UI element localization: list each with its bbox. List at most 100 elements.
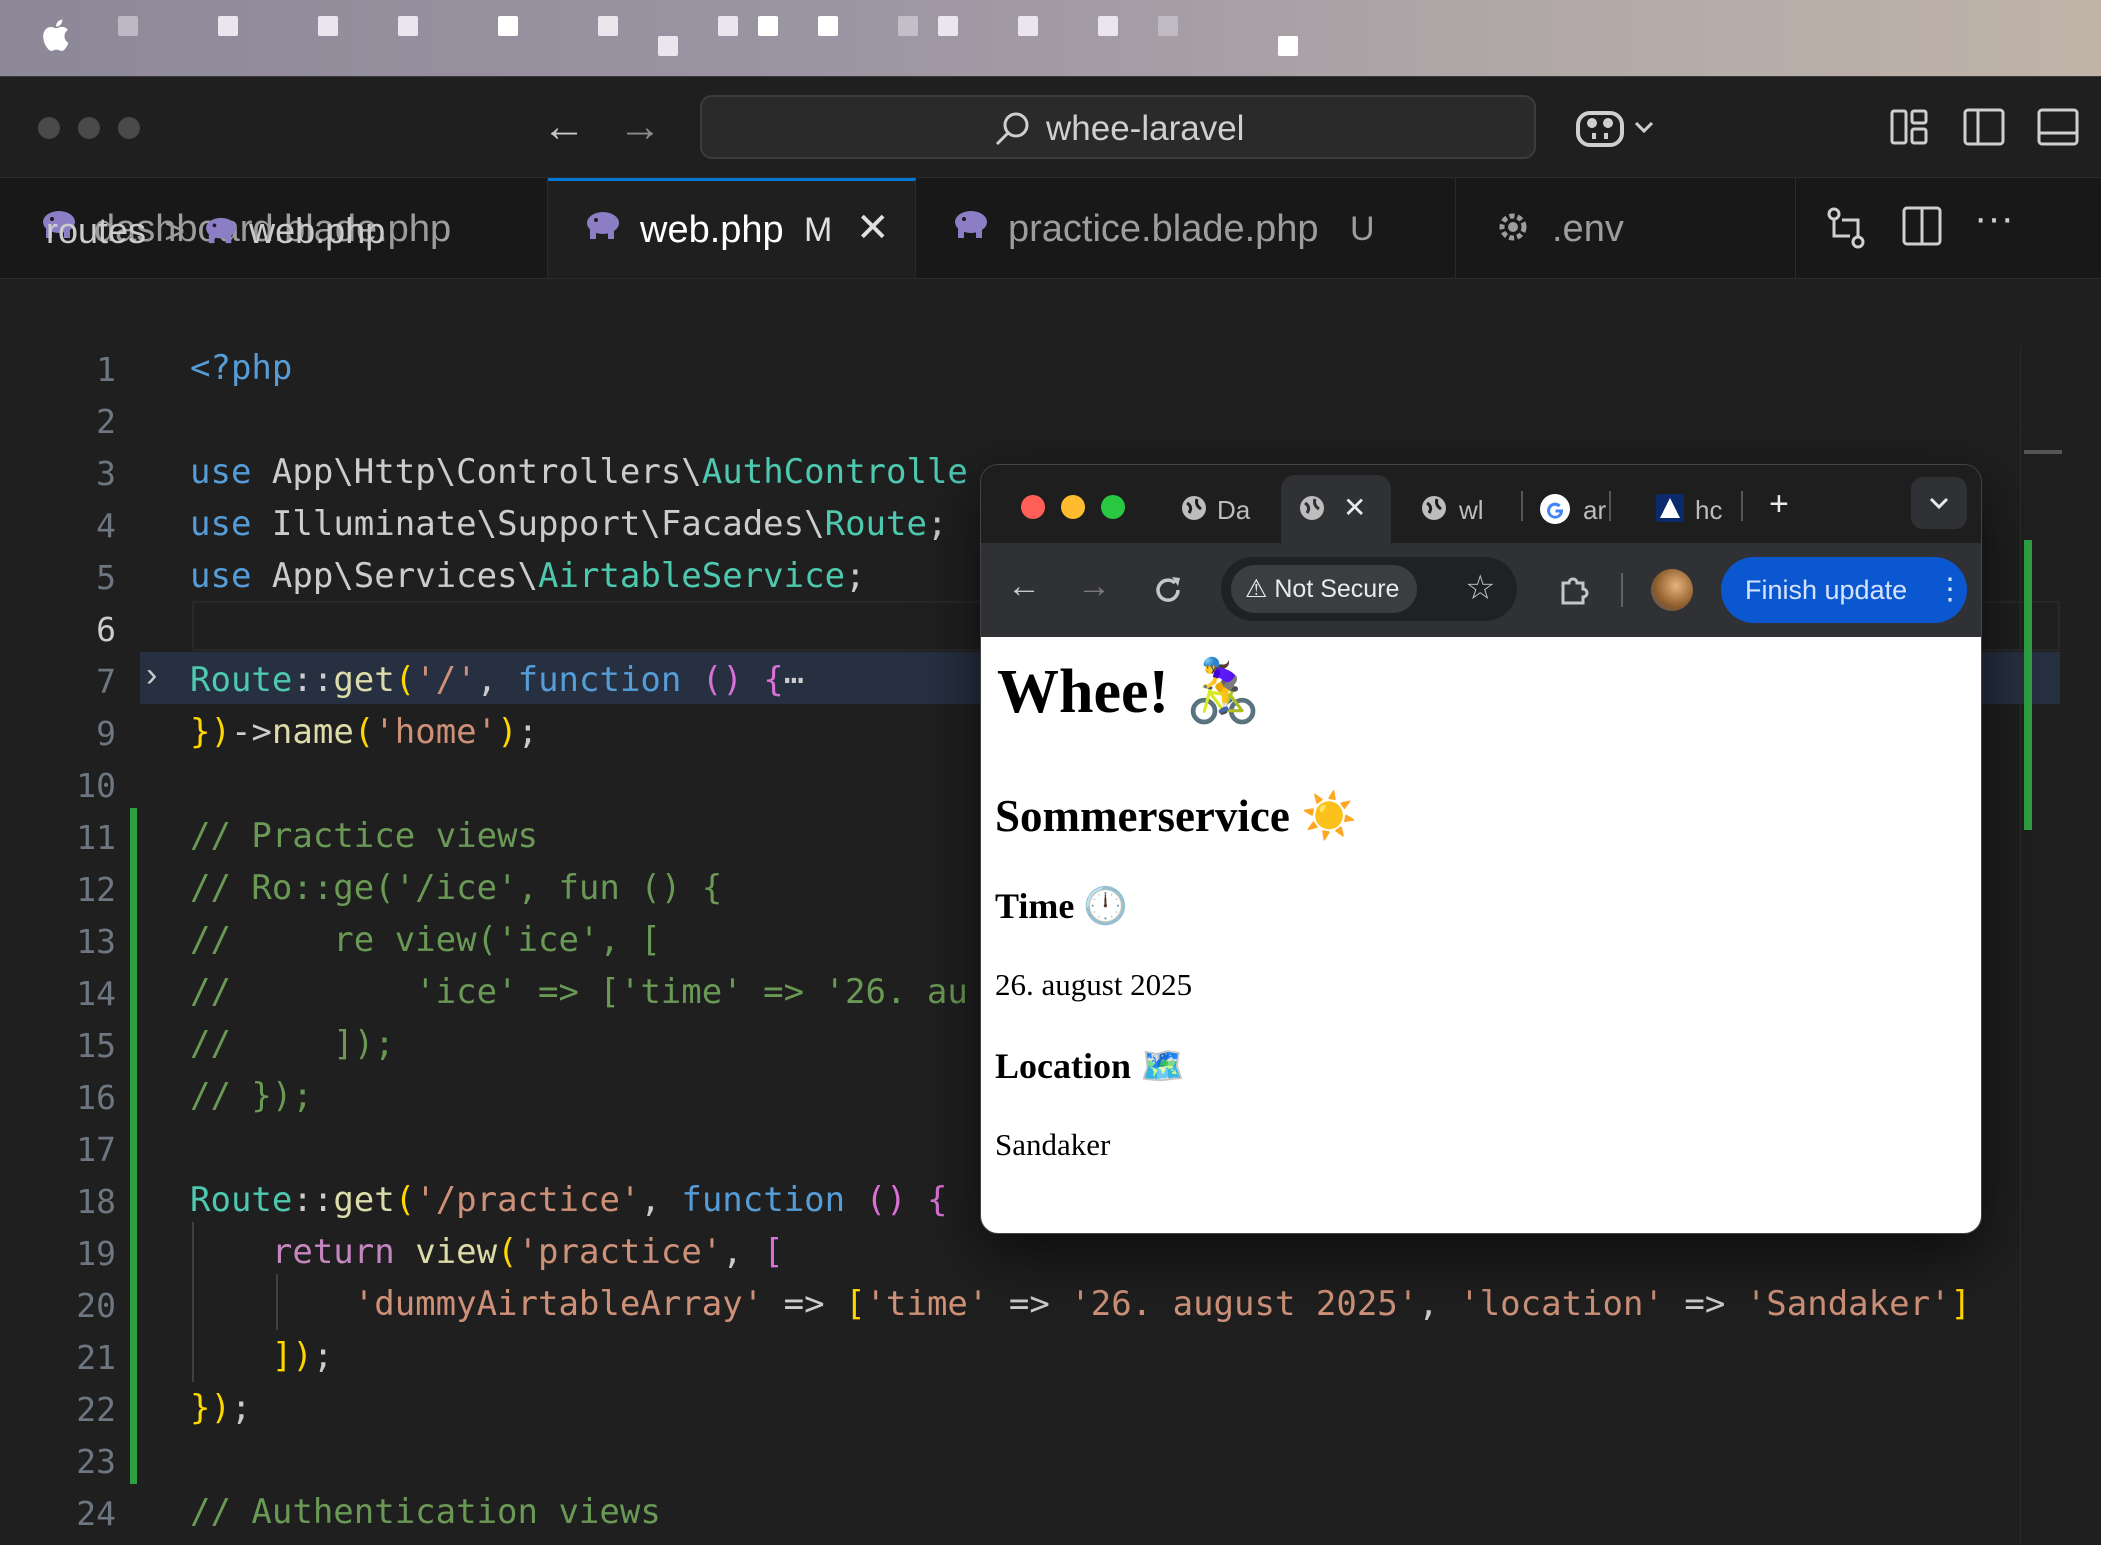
browser-tab-active[interactable]: ✕	[1281, 475, 1391, 543]
code-line[interactable]: <?php	[190, 348, 292, 388]
time-label: Time 🕛	[995, 886, 1129, 926]
browser-toolbar: ← → ⚠ Not Secure ☆ Finish update ⋮	[981, 543, 1981, 637]
profile-avatar[interactable]	[1651, 569, 1693, 611]
menu-item[interactable]	[318, 16, 338, 36]
close-tab-icon[interactable]: ✕	[1343, 491, 1366, 524]
line-number: 20	[76, 1286, 116, 1325]
menu-item[interactable]	[218, 16, 238, 36]
code-line[interactable]: Route::get('/practice', function () {	[190, 1180, 948, 1220]
line-number: 4	[96, 506, 116, 545]
close-tab-icon[interactable]: ✕	[856, 205, 890, 251]
open-changes-icon[interactable]	[1824, 204, 1868, 252]
editor-scrollbar[interactable]	[2020, 346, 2061, 1544]
back-arrow-icon[interactable]: ←	[542, 105, 586, 149]
reload-icon[interactable]	[1151, 573, 1185, 607]
command-center[interactable]: whee-laravel	[700, 95, 1536, 159]
code-line[interactable]: // 'ice' => ['time' => '26. au	[190, 972, 968, 1012]
menu-item[interactable]	[898, 16, 918, 36]
code-line[interactable]: ]);	[190, 1336, 333, 1376]
line-number: 1	[96, 350, 116, 389]
site-favicon-icon	[1656, 494, 1684, 522]
globe-icon	[1300, 496, 1324, 520]
tab-web-php[interactable]: web.php M ✕	[548, 178, 916, 278]
line-number: 23	[76, 1442, 116, 1481]
code-line[interactable]: // re view('ice', [	[190, 920, 661, 960]
line-number: 3	[96, 454, 116, 493]
line-number: 16	[76, 1078, 116, 1117]
menu-item[interactable]	[1158, 16, 1178, 36]
code-line[interactable]: use App\Http\Controllers\AuthControlle	[190, 452, 968, 492]
breadcrumb-folder[interactable]: routes	[46, 210, 146, 251]
forward-arrow-icon[interactable]: →	[618, 105, 662, 149]
code-line[interactable]: use Illuminate\Support\Facades\Route;	[190, 504, 947, 544]
line-number: 12	[76, 870, 116, 909]
section-heading: Sommerservice ☀️	[995, 791, 1358, 841]
menu-item[interactable]	[398, 16, 418, 36]
menu-item[interactable]	[118, 16, 138, 36]
tab-env[interactable]: .env	[1456, 178, 1796, 278]
code-line[interactable]: Route::get('/', function () {⋯	[190, 660, 804, 700]
menu-item[interactable]	[718, 16, 738, 36]
modified-badge: M	[804, 211, 833, 249]
security-chip[interactable]: ⚠ Not Secure	[1231, 565, 1418, 613]
code-line[interactable]: // Ro::ge('/ice', fun () {	[190, 868, 722, 908]
breadcrumb-file[interactable]: web.php	[249, 210, 385, 251]
minimize-window-button[interactable]	[78, 117, 100, 139]
zoom-window-button[interactable]	[1101, 495, 1125, 519]
finish-update-button[interactable]: Finish update ⋮	[1721, 557, 1967, 623]
toggle-panel-icon[interactable]	[2036, 105, 2080, 149]
php-elephant-icon	[206, 217, 237, 244]
code-line[interactable]: use App\Services\AirtableService;	[190, 556, 866, 596]
code-line[interactable]: 'dummyAirtableArray' => ['time' => '26. …	[190, 1284, 1971, 1324]
menu-item[interactable]	[938, 16, 958, 36]
code-line[interactable]: // });	[190, 1076, 313, 1116]
customize-layout-icon[interactable]	[1888, 105, 1932, 149]
line-number: 15	[76, 1026, 116, 1065]
line-number: 24	[76, 1494, 116, 1533]
git-scroll-marker	[2024, 540, 2032, 830]
menu-bar	[0, 0, 2101, 76]
browser-tab[interactable]: hc	[1647, 475, 1747, 543]
code-line[interactable]: // Practice views	[190, 816, 538, 856]
menu-item[interactable]	[498, 16, 518, 36]
bookmark-star-icon[interactable]: ☆	[1465, 571, 1495, 605]
menu-item[interactable]	[1278, 36, 1298, 56]
browser-tab[interactable]: Da	[1171, 475, 1261, 543]
tab-divider	[1609, 491, 1611, 521]
apple-icon[interactable]	[40, 18, 70, 52]
new-tab-button[interactable]: +	[1769, 487, 1789, 521]
browser-tab[interactable]: ar	[1531, 475, 1631, 543]
code-line[interactable]: })->name('home');	[190, 712, 538, 752]
breadcrumb-separator: >	[164, 210, 186, 251]
line-number: 2	[96, 402, 116, 441]
menu-item[interactable]	[1098, 16, 1118, 36]
line-number: 14	[76, 974, 116, 1013]
minimize-window-button[interactable]	[1061, 495, 1085, 519]
fold-chevron-icon[interactable]: ›	[146, 656, 157, 695]
browser-tab[interactable]: wl	[1411, 475, 1511, 543]
copilot-icon[interactable]	[1574, 103, 1664, 151]
code-line[interactable]: // ]);	[190, 1024, 395, 1064]
menu-item[interactable]	[758, 16, 778, 36]
menu-item[interactable]	[598, 16, 618, 36]
code-line[interactable]: // Authentication views	[190, 1492, 661, 1532]
close-window-button[interactable]	[1021, 495, 1045, 519]
forward-arrow-icon[interactable]: →	[1077, 569, 1111, 603]
menu-item[interactable]	[658, 36, 678, 56]
menu-item[interactable]	[1018, 16, 1038, 36]
address-bar[interactable]: ⚠ Not Secure ☆	[1221, 557, 1517, 621]
more-actions-icon[interactable]: ···	[1974, 196, 2014, 241]
menu-item[interactable]	[818, 16, 838, 36]
back-arrow-icon[interactable]: ←	[1007, 569, 1041, 603]
extensions-icon[interactable]	[1555, 571, 1593, 609]
tab-search-button[interactable]	[1911, 477, 1967, 529]
split-editor-icon[interactable]	[1900, 204, 1944, 248]
toggle-sidebar-icon[interactable]	[1962, 105, 2006, 149]
tab-practice-blade[interactable]: practice.blade.php U	[916, 178, 1456, 278]
close-window-button[interactable]	[38, 117, 60, 139]
zoom-window-button[interactable]	[118, 117, 140, 139]
location-value: Sandaker	[995, 1127, 1111, 1162]
line-number: 5	[96, 558, 116, 597]
code-line[interactable]: return view('practice', [	[190, 1232, 784, 1272]
code-line[interactable]: });	[190, 1388, 251, 1428]
